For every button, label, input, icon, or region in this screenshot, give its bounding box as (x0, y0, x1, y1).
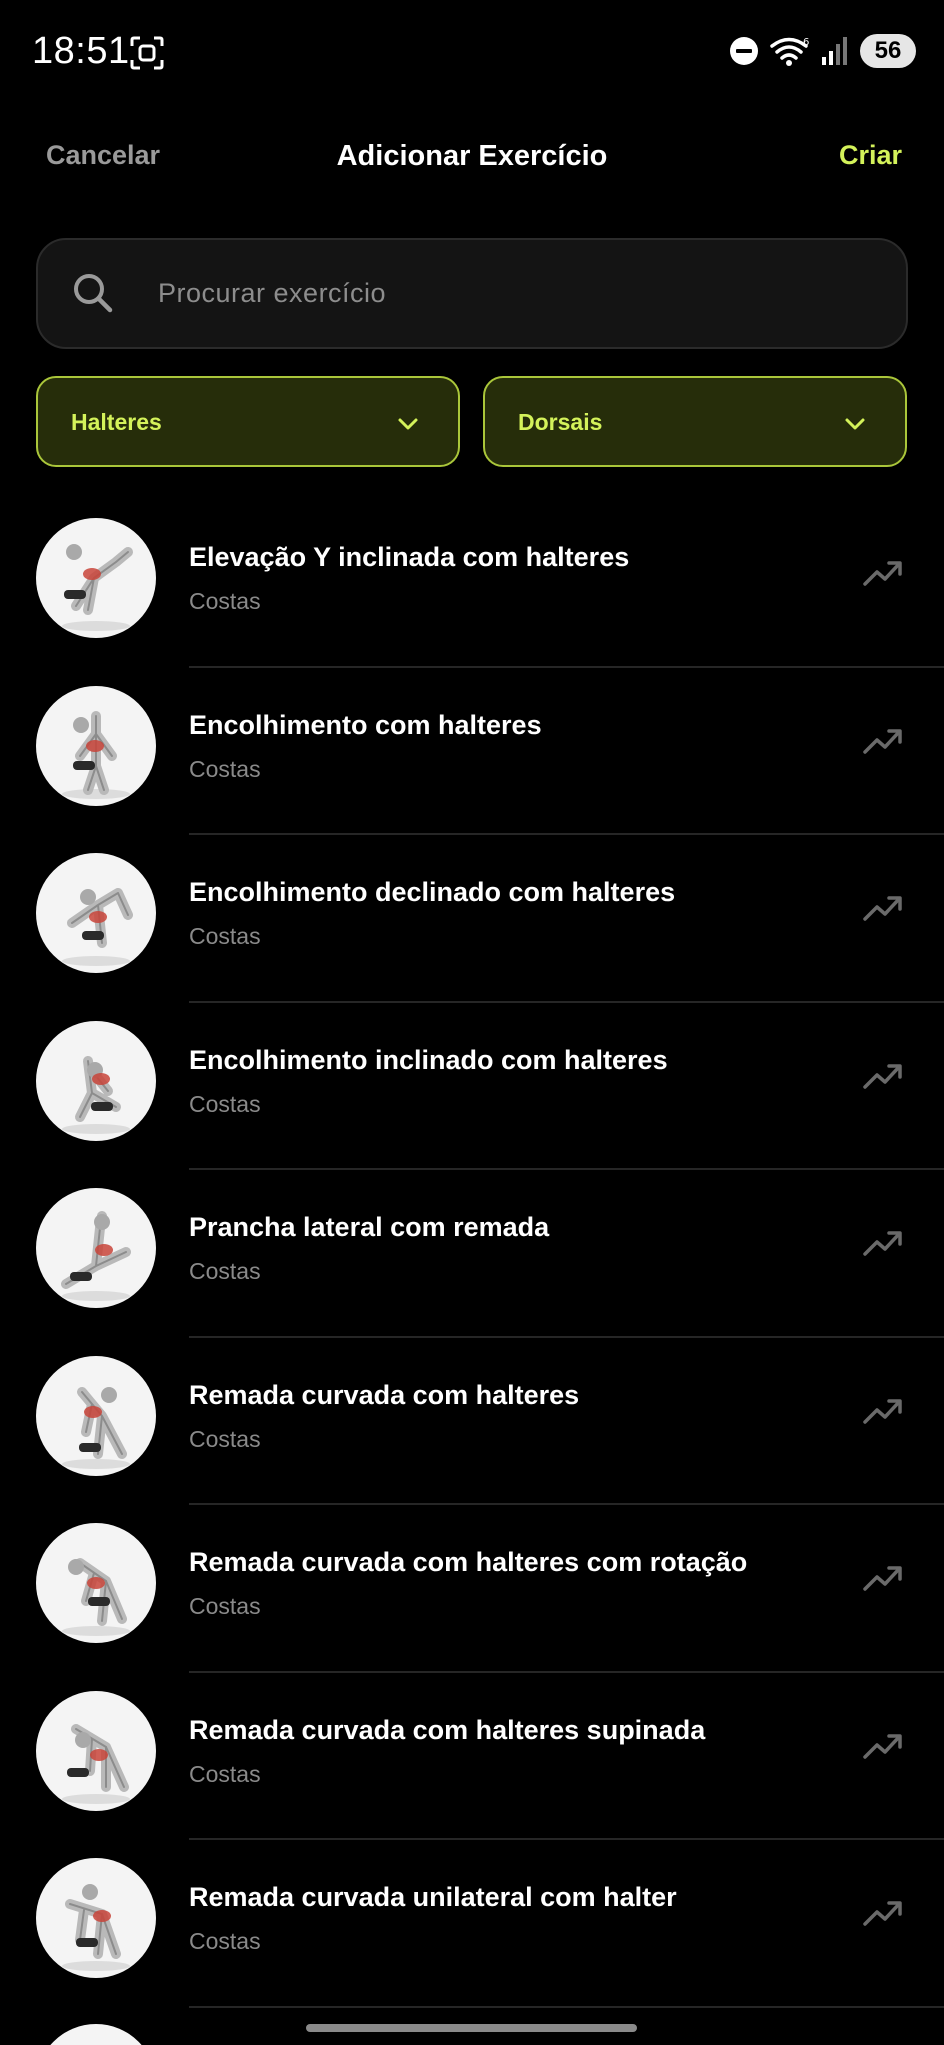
dnd-icon (730, 37, 758, 65)
exercise-muscle: Costas (189, 755, 261, 782)
status-time: 18:51 (32, 30, 130, 72)
search-placeholder: Procurar exercício (158, 278, 387, 308)
search-input[interactable]: Procurar exercício (36, 238, 908, 349)
exercise-thumbnail (36, 1690, 156, 1811)
exercise-thumbnail (36, 2024, 156, 2045)
exercise-thumbnail (36, 518, 156, 638)
exercise-thumbnail (36, 1355, 156, 1476)
muscle-filter-dropdown[interactable]: Dorsais (483, 376, 907, 467)
header: Cancelar Adicionar Exercício Criar (0, 130, 944, 186)
exercise-muscle: Costas (189, 588, 261, 614)
exercise-row[interactable]: Remada curvada com halteres Costas (0, 1338, 944, 1505)
exercise-row[interactable]: Remada curvada com halteres supinada Cost… (0, 1673, 944, 1840)
exercise-muscle: Costas (189, 1928, 261, 1954)
exercise-muscle: Costas (189, 1090, 261, 1117)
exercise-name: Encolhimento declinado com halteres (189, 877, 676, 907)
exercise-name: Encolhimento com halteres (189, 709, 542, 740)
screen: 18:51 6 56 Cancelar Adicionar Exercício … (0, 0, 944, 2045)
exercise-muscle: Costas (189, 1425, 261, 1452)
trending-up-icon[interactable] (862, 1563, 904, 1593)
search-icon (74, 274, 113, 313)
svg-text:6: 6 (803, 37, 809, 48)
exercise-list: Elevação Y inclinada com halteres Costas E… (0, 500, 944, 2008)
exercise-muscle: Costas (189, 1593, 261, 1619)
exercise-row[interactable]: Encolhimento inclinado com halteres Costa… (0, 1003, 944, 1170)
trending-up-icon[interactable] (862, 1061, 904, 1091)
row-divider (189, 2005, 944, 2008)
exercise-name: Remada curvada com halteres (189, 1379, 580, 1410)
exercise-row[interactable]: Encolhimento declinado com halteres Costa… (0, 835, 944, 1003)
exercise-name: Prancha lateral com remada (189, 1212, 550, 1242)
trending-up-icon[interactable] (862, 1898, 904, 1928)
exercise-name: Elevação Y inclinada com halteres (189, 542, 630, 572)
exercise-thumbnail (36, 1188, 156, 1308)
equipment-filter-label: Halteres (71, 409, 162, 435)
exercise-muscle: Costas (189, 923, 261, 949)
chevron-down-icon (398, 418, 418, 430)
trending-up-icon[interactable] (862, 726, 904, 756)
exercise-row[interactable]: Elevação Y inclinada com halteres Costas (0, 500, 944, 668)
screenshot-icon (130, 36, 164, 70)
status-icons: 6 56 (728, 34, 916, 68)
exercise-thumbnail (36, 685, 156, 806)
chevron-down-icon (845, 418, 865, 430)
trending-up-icon[interactable] (862, 893, 904, 923)
exercise-row[interactable]: Remada curvada unilateral com halter Cost… (0, 1840, 944, 2008)
status-bar: 18:51 6 56 (0, 0, 944, 106)
trending-up-icon[interactable] (862, 1731, 904, 1761)
exercise-name: Remada curvada com halteres supinada (189, 1714, 706, 1745)
exercise-thumbnail (36, 1523, 156, 1643)
exercise-thumbnail (36, 853, 156, 973)
trending-up-icon[interactable] (862, 1396, 904, 1426)
exercise-muscle: Costas (189, 1258, 261, 1284)
signal-icon (822, 37, 847, 65)
equipment-filter-dropdown[interactable]: Halteres (36, 376, 460, 467)
battery-icon: 56 (860, 34, 916, 68)
page-title: Adicionar Exercício (336, 140, 608, 172)
exercise-thumbnail (36, 1020, 156, 1141)
muscle-filter-label: Dorsais (518, 409, 603, 435)
exercise-row[interactable]: Prancha lateral com remada Costas (0, 1170, 944, 1338)
exercise-name: Remada curvada unilateral com halter (189, 1882, 677, 1912)
exercise-thumbnail (36, 1858, 156, 1978)
create-button[interactable]: Criar (839, 140, 902, 171)
exercise-name: Encolhimento inclinado com halteres (189, 1044, 668, 1075)
trending-up-icon[interactable] (862, 558, 904, 588)
trending-up-icon[interactable] (862, 1228, 904, 1258)
home-indicator[interactable] (306, 2024, 637, 2032)
wifi-icon: 6 (770, 37, 809, 66)
exercise-row[interactable]: Encolhimento com halteres Costas (0, 668, 944, 835)
exercise-muscle: Costas (189, 1760, 261, 1787)
exercise-row[interactable]: Remada curvada com halteres com rotação C… (0, 1505, 944, 1673)
exercise-name: Remada curvada com halteres com rotação (189, 1547, 748, 1577)
